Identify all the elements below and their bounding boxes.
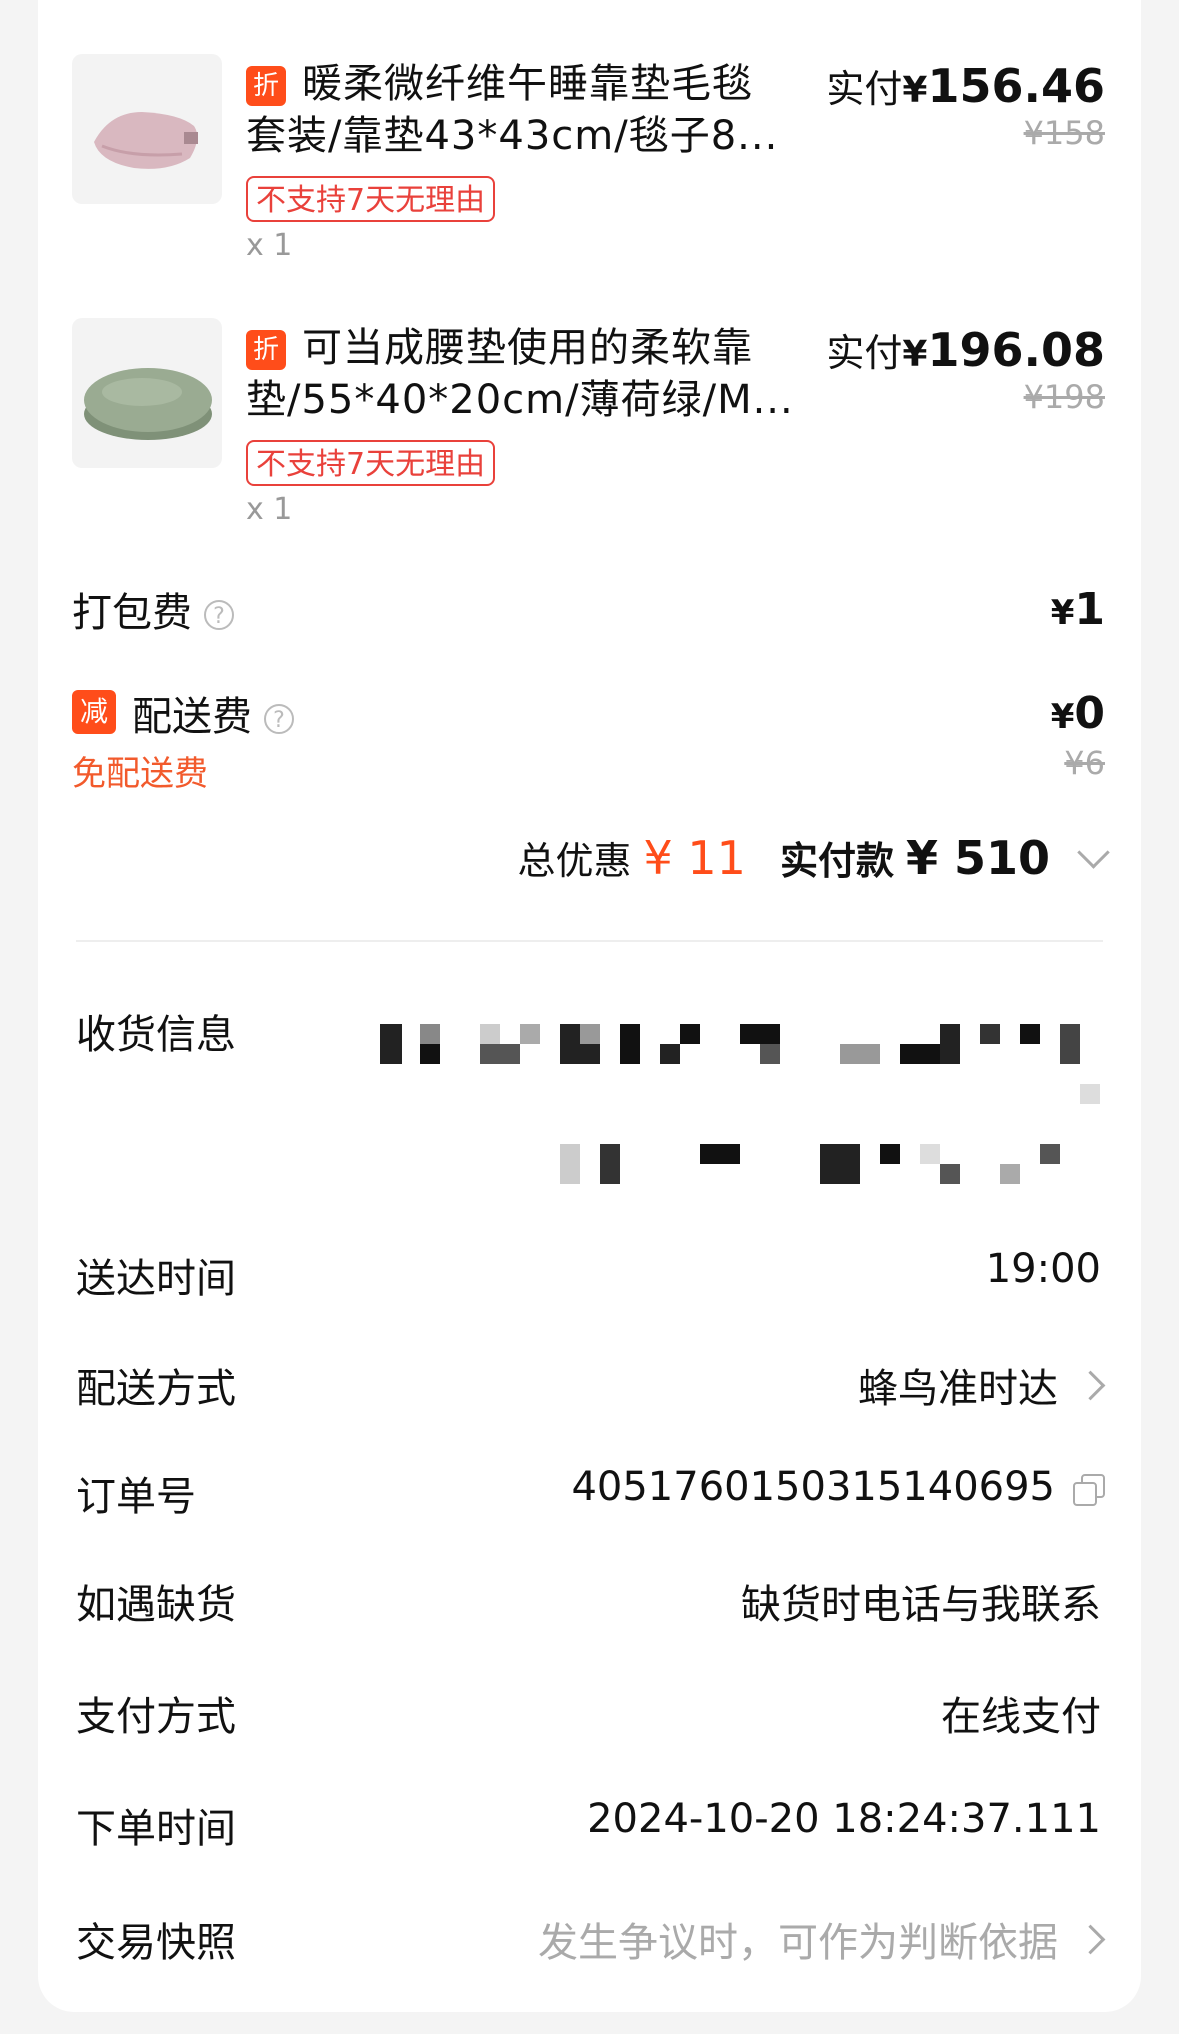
product-title-line2: 垫/55*40*20cm/薄荷绿/M... (246, 377, 794, 423)
quantity: x 1 (246, 228, 293, 263)
section-divider (76, 940, 1103, 942)
no-return-badge: 不支持7天无理由 (246, 176, 496, 222)
paid-amount: 156.46 (927, 59, 1105, 113)
product-title[interactable]: 暖柔微纤维午睡靠垫毛毯 套装/靠垫43*43cm/毯子8... (246, 58, 806, 162)
paid-amount: 196.08 (927, 323, 1105, 377)
total-paid-label: 实付款 (779, 839, 894, 883)
order-number-row: 4051760150315140695 (571, 1464, 1105, 1510)
address-label: 收货信息 (76, 1012, 236, 1058)
delivery-time-value: 19:00 (985, 1246, 1101, 1292)
currency-symbol: ¥ (902, 334, 928, 375)
payment-method-label: 支付方式 (76, 1694, 236, 1740)
currency-symbol: ¥ (902, 70, 928, 111)
chevron-right-icon[interactable] (1075, 1924, 1106, 1955)
out-of-stock-value: 缺货时电话与我联系 (741, 1582, 1101, 1628)
paid-label: 实付 (826, 67, 903, 111)
snapshot-label: 交易快照 (76, 1920, 236, 1966)
no-return-badge: 不支持7天无理由 (246, 440, 496, 486)
delivery-fee-original: ¥6 (1064, 744, 1105, 782)
payment-method-value: 在线支付 (941, 1694, 1101, 1740)
total-paid-value: ¥ 510 (905, 831, 1050, 885)
help-circle-icon[interactable]: ? (264, 704, 294, 734)
packing-fee-value: ¥1 (1051, 584, 1105, 635)
total-discount-label: 总优惠 (517, 839, 632, 883)
delivery-method-label: 配送方式 (76, 1366, 236, 1412)
help-circle-icon[interactable]: ? (204, 600, 234, 630)
delivery-fee-value: ¥0 (1051, 688, 1105, 739)
product-title-line1: 可当成腰垫使用的柔软靠 (302, 325, 753, 371)
paid-label: 实付 (826, 331, 903, 375)
quantity: x 1 (246, 492, 293, 527)
original-price: ¥198 (1023, 378, 1105, 416)
free-delivery-text: 免配送费 (72, 754, 208, 794)
product-title-line1: 暖柔微纤维午睡靠垫毛毯 (302, 61, 753, 107)
chevron-down-icon[interactable] (1077, 836, 1110, 869)
currency-symbol: ¥ (1050, 593, 1075, 633)
order-number-label: 订单号 (76, 1474, 196, 1520)
reduction-tag-icon: 减 (72, 690, 116, 734)
currency-symbol: ¥ (1050, 697, 1075, 737)
order-time-label: 下单时间 (76, 1806, 236, 1852)
delivery-method-row[interactable]: 蜂鸟准时达 (858, 1356, 1106, 1414)
delivery-fee-amount: 0 (1074, 688, 1105, 739)
packing-fee-row: 打包费? (72, 580, 234, 638)
out-of-stock-label: 如遇缺货 (76, 1582, 236, 1628)
copy-icon[interactable] (1073, 1474, 1105, 1506)
product-image-cushion[interactable] (72, 318, 222, 468)
product-title[interactable]: 可当成腰垫使用的柔软靠 垫/55*40*20cm/薄荷绿/M... (246, 322, 806, 426)
chevron-right-icon[interactable] (1075, 1370, 1106, 1401)
order-total-row[interactable]: 总优惠 ¥ 11 实付款 ¥ 510 (517, 830, 1110, 885)
delivery-fee-label: 配送费 (132, 694, 252, 740)
packing-fee-label: 打包费 (72, 590, 192, 636)
address-redacted (380, 1024, 1100, 1184)
delivery-fee-row: 配送费? (132, 684, 294, 742)
total-discount-value: ¥ 11 (643, 831, 746, 885)
snapshot-row[interactable]: 发生争议时，可作为判断依据 (538, 1910, 1106, 1968)
paid-price: 实付¥196.08 (826, 322, 1105, 377)
original-price: ¥158 (1023, 114, 1105, 152)
product-image-blanket[interactable] (72, 54, 222, 204)
order-number-value: 4051760150315140695 (571, 1464, 1055, 1510)
product-title-line2: 套装/靠垫43*43cm/毯子8... (246, 113, 779, 159)
packing-fee-amount: 1 (1074, 584, 1105, 635)
snapshot-value: 发生争议时，可作为判断依据 (538, 1920, 1058, 1966)
paid-price: 实付¥156.46 (826, 58, 1105, 113)
delivery-method-value: 蜂鸟准时达 (858, 1366, 1058, 1412)
delivery-time-label: 送达时间 (76, 1256, 236, 1302)
order-time-value: 2024-10-20 18:24:37.111 (587, 1796, 1101, 1842)
